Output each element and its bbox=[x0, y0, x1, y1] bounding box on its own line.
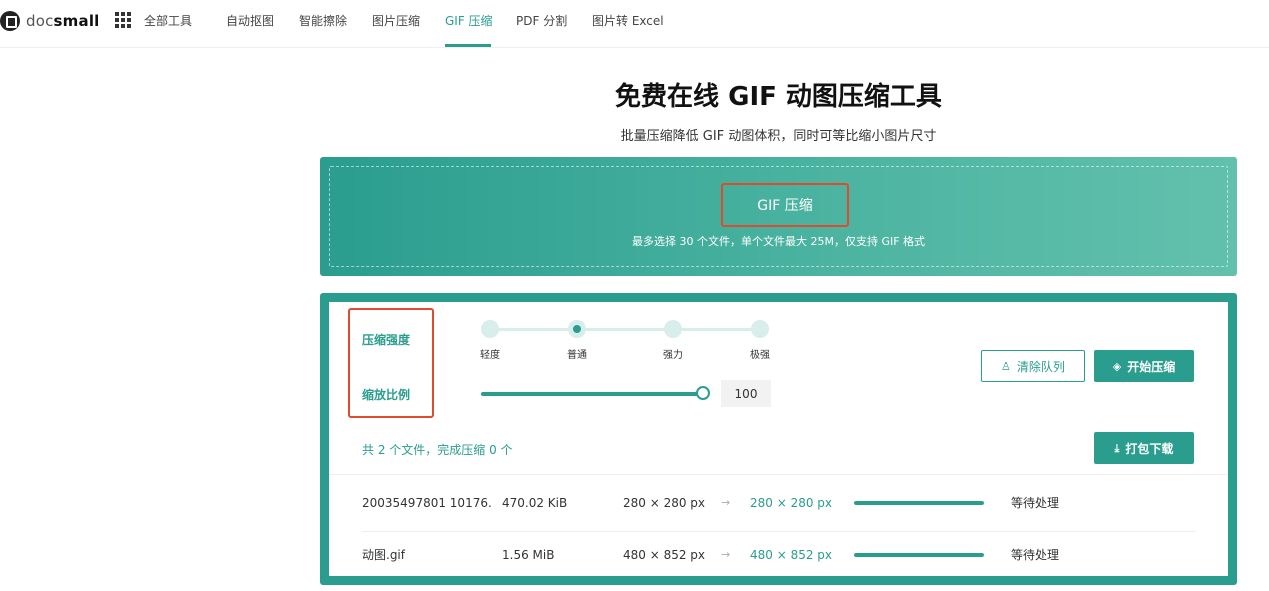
layers-icon: ◈ bbox=[1112, 359, 1122, 373]
logo-icon bbox=[0, 11, 20, 31]
original-dimensions: 480 × 852 px bbox=[623, 548, 706, 562]
download-icon: ⤓ bbox=[1114, 441, 1120, 455]
page-title: 免费在线 GIF 动图压缩工具 bbox=[615, 82, 942, 112]
strength-option-label: 极强 bbox=[750, 350, 770, 361]
start-compress-label: 开始压缩 bbox=[1127, 359, 1176, 374]
list-divider bbox=[329, 474, 1228, 475]
status-text: 等待处理 bbox=[1011, 496, 1060, 510]
strength-track bbox=[490, 328, 762, 331]
scale-slider-handle[interactable] bbox=[696, 386, 710, 400]
file-size: 1.56 MiB bbox=[502, 548, 555, 562]
nav-pdf-split[interactable]: PDF 分割 bbox=[516, 12, 567, 29]
upload-hint: 最多选择 30 个文件，单个文件最大 25M，仅支持 GIF 格式 bbox=[631, 235, 926, 248]
compress-panel: 压缩强度 缩放比例 轻度 普通 强力 极强 ♙ 清除队列 ◈ 开始压缩 共 2 … bbox=[320, 293, 1237, 585]
target-dimensions: 280 × 280 px bbox=[750, 496, 833, 510]
file-summary: 共 2 个文件，完成压缩 0 个 bbox=[362, 443, 513, 457]
active-tab-indicator bbox=[445, 44, 491, 47]
nav-smart-erase[interactable]: 智能擦除 bbox=[299, 12, 347, 29]
arrow-right-icon: → bbox=[721, 496, 731, 509]
file-name: 动图.gif bbox=[362, 548, 405, 562]
strength-label: 压缩强度 bbox=[362, 333, 411, 347]
strength-option-label: 强力 bbox=[663, 350, 683, 361]
top-nav-bar: docsmall 全部工具 自动抠图 智能擦除 图片压缩 GIF 压缩 PDF … bbox=[0, 0, 1269, 48]
page-subtitle: 批量压缩降低 GIF 动图体积，同时可等比缩小图片尺寸 bbox=[620, 129, 937, 144]
scale-slider-track[interactable] bbox=[481, 392, 703, 396]
strength-option-label: 普通 bbox=[567, 350, 587, 361]
clear-queue-label: 清除队列 bbox=[1016, 359, 1065, 374]
strength-dot-light[interactable] bbox=[481, 320, 499, 338]
strength-dot-strong[interactable] bbox=[664, 320, 682, 338]
nav-auto-cutout[interactable]: 自动抠图 bbox=[226, 12, 274, 29]
scale-label: 缩放比例 bbox=[362, 388, 411, 402]
nav-gif-compress[interactable]: GIF 压缩 bbox=[445, 12, 493, 29]
nav-image-to-excel[interactable]: 图片转 Excel bbox=[592, 12, 664, 29]
docsmall-logo[interactable]: docsmall bbox=[0, 10, 100, 32]
nav-image-compress[interactable]: 图片压缩 bbox=[372, 12, 420, 29]
progress-bar bbox=[854, 553, 984, 557]
apps-grid-icon[interactable] bbox=[115, 12, 131, 28]
compress-panel-content: 压缩强度 缩放比例 轻度 普通 强力 极强 ♙ 清除队列 ◈ 开始压缩 共 2 … bbox=[329, 302, 1228, 576]
target-dimensions: 480 × 852 px bbox=[750, 548, 833, 562]
original-dimensions: 280 × 280 px bbox=[623, 496, 706, 510]
scale-value-input[interactable] bbox=[721, 380, 771, 407]
arrow-right-icon: → bbox=[721, 548, 731, 561]
clear-queue-button[interactable]: ♙ 清除队列 bbox=[981, 350, 1085, 382]
gif-compress-upload-button[interactable]: GIF 压缩 bbox=[721, 183, 849, 227]
logo-text: docsmall bbox=[26, 12, 100, 30]
download-all-label: 打包下载 bbox=[1125, 441, 1174, 456]
start-compress-button[interactable]: ◈ 开始压缩 bbox=[1094, 350, 1194, 382]
table-row: 20035497801 10176... 470.02 KiB 280 × 28… bbox=[362, 480, 1196, 526]
nav-all-tools[interactable]: 全部工具 bbox=[144, 12, 192, 29]
strength-dot-normal[interactable] bbox=[568, 320, 586, 338]
table-row: 动图.gif 1.56 MiB 480 × 852 px → 480 × 852… bbox=[362, 532, 1196, 578]
file-name: 20035497801 10176... bbox=[362, 496, 492, 510]
upload-dropzone[interactable]: GIF 压缩 最多选择 30 个文件，单个文件最大 25M，仅支持 GIF 格式 bbox=[320, 157, 1237, 276]
file-size: 470.02 KiB bbox=[502, 496, 568, 510]
status-text: 等待处理 bbox=[1011, 548, 1060, 562]
download-all-button[interactable]: ⤓ 打包下载 bbox=[1094, 432, 1194, 464]
clear-broom-icon: ♙ bbox=[1001, 359, 1011, 373]
upload-dashed-area: GIF 压缩 最多选择 30 个文件，单个文件最大 25M，仅支持 GIF 格式 bbox=[329, 166, 1228, 267]
strength-dot-extreme[interactable] bbox=[751, 320, 769, 338]
strength-option-label: 轻度 bbox=[480, 350, 500, 361]
progress-bar bbox=[854, 501, 984, 505]
